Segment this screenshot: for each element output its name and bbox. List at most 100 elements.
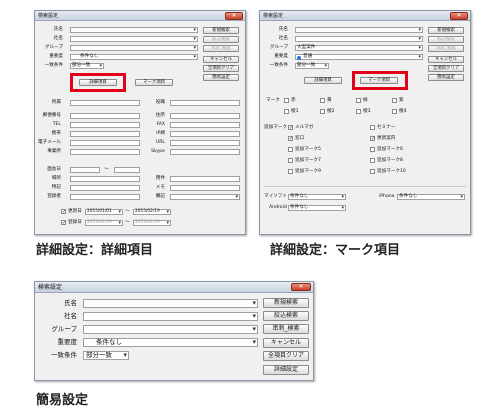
mark-orange2-checkbox[interactable] bbox=[320, 109, 325, 114]
updated-to[interactable]: 2015/02/19 bbox=[133, 209, 171, 215]
iphone-select[interactable]: 条件なし bbox=[397, 194, 465, 200]
group-select[interactable] bbox=[70, 45, 198, 51]
add-mark-10-checkbox[interactable] bbox=[370, 169, 375, 174]
updated-checkbox[interactable]: ✓ bbox=[61, 209, 66, 215]
extract-search-button[interactable]: 串刺_検索 bbox=[428, 45, 464, 52]
note-input[interactable] bbox=[70, 185, 140, 191]
company-input[interactable] bbox=[83, 312, 258, 321]
extract-search-button[interactable]: 串刺_検索 bbox=[203, 45, 239, 52]
mark-purple-label: 紫 bbox=[399, 98, 404, 103]
mark-orange-checkbox[interactable] bbox=[284, 109, 289, 114]
belong-input[interactable] bbox=[70, 100, 140, 106]
fax-input[interactable] bbox=[170, 122, 240, 128]
group-select[interactable] bbox=[83, 325, 258, 334]
position-input[interactable] bbox=[170, 100, 240, 106]
name-input[interactable] bbox=[70, 27, 198, 33]
importance-select[interactable]: 条件なし bbox=[83, 338, 258, 347]
cancel-button[interactable]: キャンセル bbox=[263, 338, 309, 348]
add-mark-4-checkbox[interactable]: ✓ bbox=[370, 136, 375, 142]
ip-input[interactable] bbox=[170, 131, 240, 137]
registrant-label: 登録者 bbox=[47, 194, 61, 199]
add-mark-2-checkbox[interactable] bbox=[370, 125, 375, 130]
add-mark-3-label: 窓口 bbox=[295, 136, 305, 141]
note-label: 特記 bbox=[51, 185, 61, 190]
name-input[interactable] bbox=[295, 27, 423, 33]
mark-items-window: 検索設定 ✕ 氏名 社名 グループ 大型案件 重要度 普通 一致条件 部分一致 … bbox=[259, 10, 471, 235]
match-value: 部分一致 bbox=[72, 63, 91, 68]
divider bbox=[264, 186, 466, 187]
email-input[interactable] bbox=[70, 140, 140, 146]
mark-purple-checkbox[interactable] bbox=[392, 98, 397, 103]
remarks-select[interactable] bbox=[170, 194, 240, 200]
registered-to-value: 2015/02/19 bbox=[135, 220, 160, 225]
business-input[interactable] bbox=[170, 176, 240, 182]
detail-items-tab[interactable]: 詳細項目 bbox=[304, 77, 342, 84]
new-search-button[interactable]: 新規検索 bbox=[203, 27, 239, 34]
cancel-button[interactable]: キャンセル bbox=[428, 56, 464, 63]
mark-green-checkbox[interactable] bbox=[356, 98, 361, 103]
cancel-button[interactable]: キャンセル bbox=[203, 56, 239, 63]
place-input[interactable] bbox=[70, 176, 140, 182]
meet-date-to[interactable] bbox=[114, 167, 140, 173]
extract-search-button[interactable]: 串刺_検索 bbox=[263, 324, 309, 334]
url-input[interactable] bbox=[170, 140, 240, 146]
mysoft-select[interactable]: 条件なし bbox=[288, 194, 346, 200]
android-label: Android bbox=[269, 205, 287, 210]
clear-all-button[interactable]: 全項目クリア bbox=[428, 65, 464, 72]
company-input[interactable] bbox=[295, 36, 423, 42]
simple-settings-button[interactable]: 簡易設定 bbox=[428, 74, 464, 81]
close-icon[interactable]: ✕ bbox=[291, 283, 311, 291]
updated-from[interactable]: 2015/01/01 bbox=[85, 209, 123, 215]
meet-date-from[interactable] bbox=[70, 167, 100, 173]
group-label: グループ bbox=[51, 325, 77, 333]
registered-to[interactable]: 2015/02/19 bbox=[133, 220, 171, 226]
android-select[interactable]: 条件なし bbox=[288, 205, 346, 211]
name-input[interactable] bbox=[83, 299, 258, 308]
mobile-input[interactable] bbox=[70, 131, 140, 137]
importance-select[interactable]: 普通 bbox=[295, 54, 423, 60]
add-mark-1-checkbox[interactable]: ✓ bbox=[288, 125, 293, 131]
add-mark-8-checkbox[interactable] bbox=[370, 158, 375, 163]
narrow-search-button[interactable]: 絞込検索 bbox=[428, 36, 464, 43]
match-select[interactable]: 部分一致 bbox=[70, 63, 104, 69]
close-icon[interactable]: ✕ bbox=[225, 12, 243, 20]
group-select[interactable]: 大型案件 bbox=[295, 45, 423, 51]
address-input[interactable] bbox=[170, 113, 240, 119]
mark-items-tab[interactable]: マーク項目 bbox=[135, 79, 173, 86]
meet-date-label: 面会日 bbox=[47, 167, 61, 172]
memo-input[interactable] bbox=[170, 185, 240, 191]
add-mark-3-checkbox[interactable]: ✓ bbox=[288, 136, 293, 142]
tel-label: TEL bbox=[52, 122, 61, 127]
mark-red-checkbox[interactable] bbox=[284, 98, 289, 103]
registrant-input[interactable] bbox=[70, 194, 140, 200]
new-search-button[interactable]: 新規検索 bbox=[428, 27, 464, 34]
tel-input[interactable] bbox=[70, 122, 140, 128]
clear-all-button[interactable]: 全項目クリア bbox=[263, 351, 309, 361]
narrow-search-button[interactable]: 絞込検索 bbox=[203, 36, 239, 43]
new-search-button[interactable]: 新規検索 bbox=[263, 298, 309, 308]
registered-from[interactable]: 2015/02/19 bbox=[85, 220, 123, 226]
add-mark-7-checkbox[interactable] bbox=[288, 158, 293, 163]
narrow-search-button[interactable]: 絞込検索 bbox=[263, 311, 309, 321]
importance-select[interactable]: 条件なし bbox=[70, 54, 198, 60]
mark-orange4-checkbox[interactable] bbox=[392, 109, 397, 114]
add-mark-5-checkbox[interactable] bbox=[288, 147, 293, 152]
close-icon[interactable]: ✕ bbox=[450, 12, 468, 20]
company-input[interactable] bbox=[70, 36, 198, 42]
skype-input[interactable] bbox=[170, 149, 240, 155]
match-select[interactable]: 部分一致 bbox=[295, 63, 329, 69]
add-mark-9-checkbox[interactable] bbox=[288, 169, 293, 174]
mark-orange-label: 橙1 bbox=[291, 109, 299, 114]
office-input[interactable] bbox=[70, 149, 140, 155]
zip-input[interactable] bbox=[70, 113, 140, 119]
add-mark-6-checkbox[interactable] bbox=[370, 147, 375, 152]
simple-settings-button[interactable]: 簡易設定 bbox=[203, 74, 239, 81]
mark-orange3-checkbox[interactable] bbox=[356, 109, 361, 114]
detail-settings-button[interactable]: 詳細設定 bbox=[263, 365, 309, 375]
mark-yellow-checkbox[interactable] bbox=[320, 98, 325, 103]
company-label: 社名 bbox=[53, 36, 63, 41]
match-select[interactable]: 部分一致 bbox=[83, 351, 129, 360]
clear-all-button[interactable]: 全項目クリア bbox=[203, 65, 239, 72]
registered-checkbox[interactable]: ✓ bbox=[61, 220, 66, 226]
registered-from-value: 2015/02/19 bbox=[87, 220, 112, 225]
